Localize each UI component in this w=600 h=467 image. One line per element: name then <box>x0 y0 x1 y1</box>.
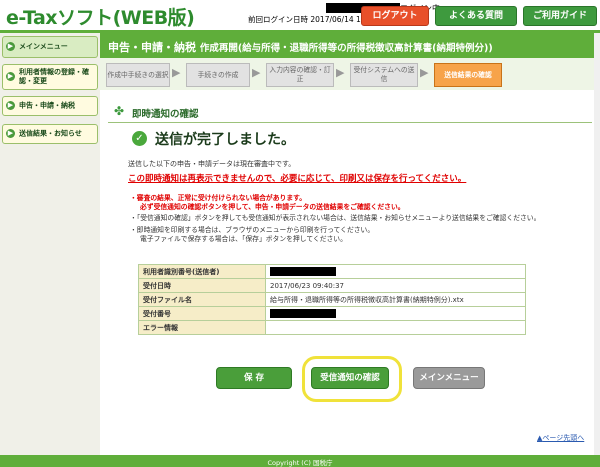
submission-info-table: 利用者識別番号(送信者) 受付日時 2017/06/23 09:40:37 受付… <box>138 264 526 335</box>
arrow-icon: ▶ <box>6 129 15 138</box>
etax-logo: e-Taxソフト(WEB版) <box>6 7 195 29</box>
last-login-datetime: 前回ログイン日時 2017/06/14 17:52 <box>248 15 378 24</box>
page-title: 申告・申請・納税 作成再開(給与所得・退職所得等の所得税徴収高計算書(納期特例分… <box>108 39 493 55</box>
step-select-procedure: 作成中手続きの選択 <box>106 63 170 87</box>
step-send: 受付システムへの送信 <box>350 63 418 87</box>
confirm-receipt-button[interactable]: 受信通知の確認 <box>311 367 389 389</box>
sidebar-item-user-info[interactable]: ▶ 利用者情報の登録・確認・変更 <box>2 64 98 90</box>
completion-message: 送信が完了しました。 <box>155 132 295 148</box>
status-message: 送信した以下の申告・申請データは現在審査中です。 <box>128 160 296 168</box>
table-value: 2017/06/23 09:40:37 <box>265 278 526 293</box>
sidebar-item-label: メインメニュー <box>19 42 68 51</box>
page-title-main: 申告・申請・納税 <box>108 41 196 54</box>
step-create-procedure: 手続きの作成 <box>186 63 250 87</box>
table-value <box>265 306 526 321</box>
table-key: エラー情報 <box>138 320 266 335</box>
notice-bullet: ・即時通知を印刷する場合は、ブラウザのメニューから印刷を行ってください。 <box>130 226 375 234</box>
page-top-label: ページ先頭へ <box>542 434 585 442</box>
notice-bullet: 必ず受信通知の確認ボタンを押して、申告・申請データの送信結果をご確認ください。 <box>140 203 405 211</box>
notice-bullet: ・「受信通知の確認」ボタンを押しても受信通知が表示されない場合は、送信結果・お知… <box>130 214 541 222</box>
page-top-link[interactable]: ▲ページ先頭へ <box>537 433 584 443</box>
save-button[interactable]: 保 存 <box>216 367 292 389</box>
step-confirm-input: 入力内容の確認・訂正 <box>266 63 334 87</box>
table-row: 受付ファイル名 給与所得・退職所得等の所得税徴収高計算書(納期特例分).xtx <box>138 292 526 307</box>
notice-bullet: 電子ファイルで保存する場合は、「保存」ボタンを押してください。 <box>140 235 347 243</box>
logout-button[interactable]: ログアウト <box>361 6 429 26</box>
page-title-sub: 作成再開(給与所得・退職所得等の所得税徴収高計算書(納期特例分)) <box>199 43 493 54</box>
table-row: エラー情報 <box>138 320 526 335</box>
table-key: 受付ファイル名 <box>138 292 266 307</box>
sidebar-item-label: 利用者情報の登録・確認・変更 <box>19 68 89 85</box>
sidebar-item-filing[interactable]: ▶ 申告・申請・納税 <box>2 96 98 116</box>
table-key: 受付日時 <box>138 278 266 293</box>
arrow-icon: ▶ <box>6 42 15 51</box>
arrow-icon: ▶ <box>6 72 15 81</box>
clover-icon: ✤ <box>114 104 125 118</box>
user-guide-button[interactable]: ご利用ガイド <box>523 6 597 26</box>
sidebar-item-label: 申告・申請・納税 <box>19 101 75 110</box>
notice-bullet: ・審査の結果、正常に受け付けられない場合があります。 <box>130 194 307 202</box>
redacted-value <box>270 309 336 318</box>
table-key: 受付番号 <box>138 306 266 321</box>
sidebar-item-label: 送信結果・お知らせ <box>19 129 82 138</box>
redacted-value <box>270 267 336 276</box>
step-confirm-results: 送信結果の確認 <box>434 63 502 87</box>
sidebar-item-main-menu[interactable]: ▶ メインメニュー <box>2 36 98 58</box>
main-menu-button[interactable]: メインメニュー <box>413 367 485 389</box>
scrollbar[interactable] <box>594 33 600 455</box>
arrow-icon: ▶ <box>6 101 15 110</box>
table-value: 給与所得・退職所得等の所得税徴収高計算書(納期特例分).xtx <box>265 292 526 307</box>
table-row: 利用者識別番号(送信者) <box>138 264 526 279</box>
step-arrow-icon: ▶ <box>172 66 181 79</box>
step-arrow-icon: ▶ <box>420 66 429 79</box>
step-arrow-icon: ▶ <box>252 66 261 79</box>
table-value <box>265 264 526 279</box>
sidebar-item-results[interactable]: ▶ 送信結果・お知らせ <box>2 124 98 144</box>
table-row: 受付日時 2017/06/23 09:40:37 <box>138 278 526 293</box>
faq-button[interactable]: よくある質問 <box>435 6 517 26</box>
section-heading: 即時通知の確認 <box>132 109 199 120</box>
warning-message: この即時通知は再表示できませんので、必要に応じて、印刷又は保存を行ってください。 <box>128 174 467 184</box>
table-key: 利用者識別番号(送信者) <box>138 264 266 279</box>
check-icon: ✓ <box>132 131 147 146</box>
table-value <box>265 320 526 335</box>
step-arrow-icon: ▶ <box>336 66 345 79</box>
table-row: 受付番号 <box>138 306 526 321</box>
copyright: Copyright (C) 国税庁 <box>267 459 333 467</box>
